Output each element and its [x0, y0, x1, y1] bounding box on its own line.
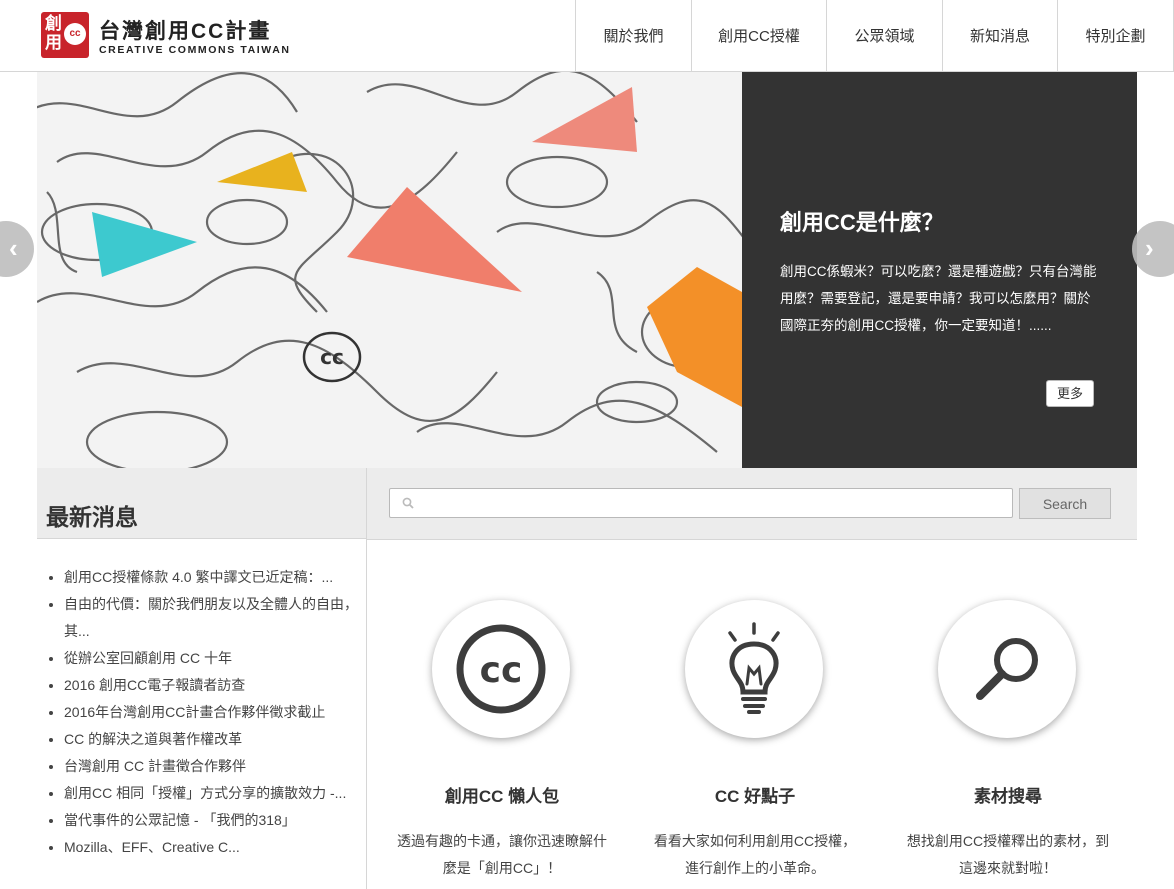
logo-cc-badge: cc — [64, 23, 86, 45]
feature-material-search-button[interactable] — [938, 600, 1076, 738]
nav-item-cc-license[interactable]: 創用CC授權 — [691, 0, 826, 71]
hero-slider: cc 創用CC是什麼？ 創用CC係蝦米？可以吃麼？還是種遊戲？只有台灣能用麼？需… — [37, 72, 1137, 468]
news-item[interactable]: 創用CC授權條款 4.0 繁中譯文已近定稿：... — [64, 564, 359, 591]
news-item[interactable]: 2016 創用CC電子報讀者訪查 — [64, 672, 359, 699]
news-item[interactable]: Mozilla、EFF、Creative C... — [64, 834, 359, 861]
feature-title[interactable]: CC 好點子 — [620, 782, 890, 807]
nav-item-about[interactable]: 關於我們 — [575, 0, 691, 71]
svg-text:cc: cc — [320, 345, 344, 369]
feature-cc-ideas-button[interactable] — [685, 600, 823, 738]
feature-text: 透過有趣的卡通，讓你迅速瞭解什麼是「創用CC」！ — [397, 833, 607, 876]
feature-cc-guide: cc 創用CC 懶人包 透過有趣的卡通，讓你迅速瞭解什麼是「創用CC」！ — [367, 540, 617, 889]
slide-image: cc — [37, 72, 748, 468]
logo-title: 台灣創用CC計畫 — [99, 20, 272, 43]
magnifier-icon — [976, 638, 1038, 700]
slide-caption-panel: 創用CC是什麼？ 創用CC係蝦米？可以吃麼？還是種遊戲？只有台灣能用麼？需要登記… — [742, 72, 1137, 468]
news-item[interactable]: 自由的代價：關於我們朋友以及全體人的自由，其... — [64, 591, 359, 645]
cc-icon: cc — [456, 624, 546, 714]
feature-blocks: cc 創用CC 懶人包 透過有趣的卡通，讓你迅速瞭解什麼是「創用CC」！ CC — [367, 540, 1137, 889]
more-button[interactable]: 更多 — [1046, 380, 1094, 407]
slider-next-button[interactable]: › — [1132, 221, 1174, 277]
slide-description: 創用CC係蝦米？可以吃麼？還是種遊戲？只有台灣能用麼？需要登記，還是要申請？我可… — [780, 264, 1097, 333]
news-item[interactable]: 當代事件的公眾記憶 - 「我們的318」 — [64, 807, 359, 834]
chevron-left-icon: ‹ — [9, 233, 18, 263]
news-item[interactable]: 從辦公室回顧創用 CC 十年 — [64, 645, 359, 672]
slide-title: 創用CC是什麼？ — [780, 210, 944, 235]
news-item[interactable]: CC 的解決之道與著作權改革 — [64, 726, 359, 753]
feature-cc-ideas: CC 好點子 看看大家如何利用創用CC授權，進行創作上的小革命。 — [620, 540, 870, 889]
nav-item-news[interactable]: 新知消息 — [942, 0, 1057, 71]
chevron-right-icon: › — [1145, 233, 1154, 263]
svg-text:cc: cc — [480, 650, 523, 691]
latest-news: 最新消息 創用CC授權條款 4.0 繁中譯文已近定稿：... 自由的代價：關於我… — [37, 468, 367, 889]
search-input[interactable] — [389, 488, 1013, 518]
nav-item-public-domain[interactable]: 公眾領域 — [826, 0, 942, 71]
feature-text: 想找創用CC授權釋出的素材，到這邊來就對啦！ — [906, 833, 1110, 876]
lightbulb-icon — [728, 622, 780, 714]
search-bar: Search — [367, 468, 1137, 540]
logo-seal-icon: 創用 cc — [41, 12, 89, 58]
nav-item-special[interactable]: 特別企劃 — [1057, 0, 1174, 71]
feature-title[interactable]: 素材搜尋 — [873, 782, 1143, 807]
news-item[interactable]: 創用CC 相同「授權」方式分享的擴散效力 -... — [64, 780, 359, 807]
news-header: 最新消息 — [37, 468, 366, 539]
feature-cc-guide-button[interactable]: cc — [432, 600, 570, 738]
news-item[interactable]: 2016年台灣創用CC計畫合作夥伴徵求截止 — [64, 699, 359, 726]
search-button[interactable]: Search — [1019, 488, 1111, 519]
site-logo[interactable]: 創用 cc 台灣創用CC計畫 CREATIVE COMMONS TAIWAN — [41, 12, 331, 60]
main-nav: 關於我們 創用CC授權 公眾領域 新知消息 特別企劃 — [575, 0, 1174, 71]
site-header: 創用 cc 台灣創用CC計畫 CREATIVE COMMONS TAIWAN 關… — [0, 0, 1174, 72]
news-item[interactable]: 台灣創用 CC 計畫徵合作夥伴 — [64, 753, 359, 780]
feature-material-search: 素材搜尋 想找創用CC授權釋出的素材，到這邊來就對啦！ — [873, 540, 1123, 889]
news-heading: 最新消息 — [46, 504, 138, 530]
search-icon — [402, 497, 414, 509]
feature-text: 看看大家如何利用創用CC授權，進行創作上的小革命。 — [653, 833, 857, 876]
feature-title[interactable]: 創用CC 懶人包 — [367, 782, 637, 807]
logo-subtitle: CREATIVE COMMONS TAIWAN — [99, 44, 291, 56]
slider-prev-button[interactable]: ‹ — [0, 221, 34, 277]
news-list: 創用CC授權條款 4.0 繁中譯文已近定稿：... 自由的代價：關於我們朋友以及… — [37, 564, 359, 861]
doodle-illustration: cc — [37, 72, 748, 468]
